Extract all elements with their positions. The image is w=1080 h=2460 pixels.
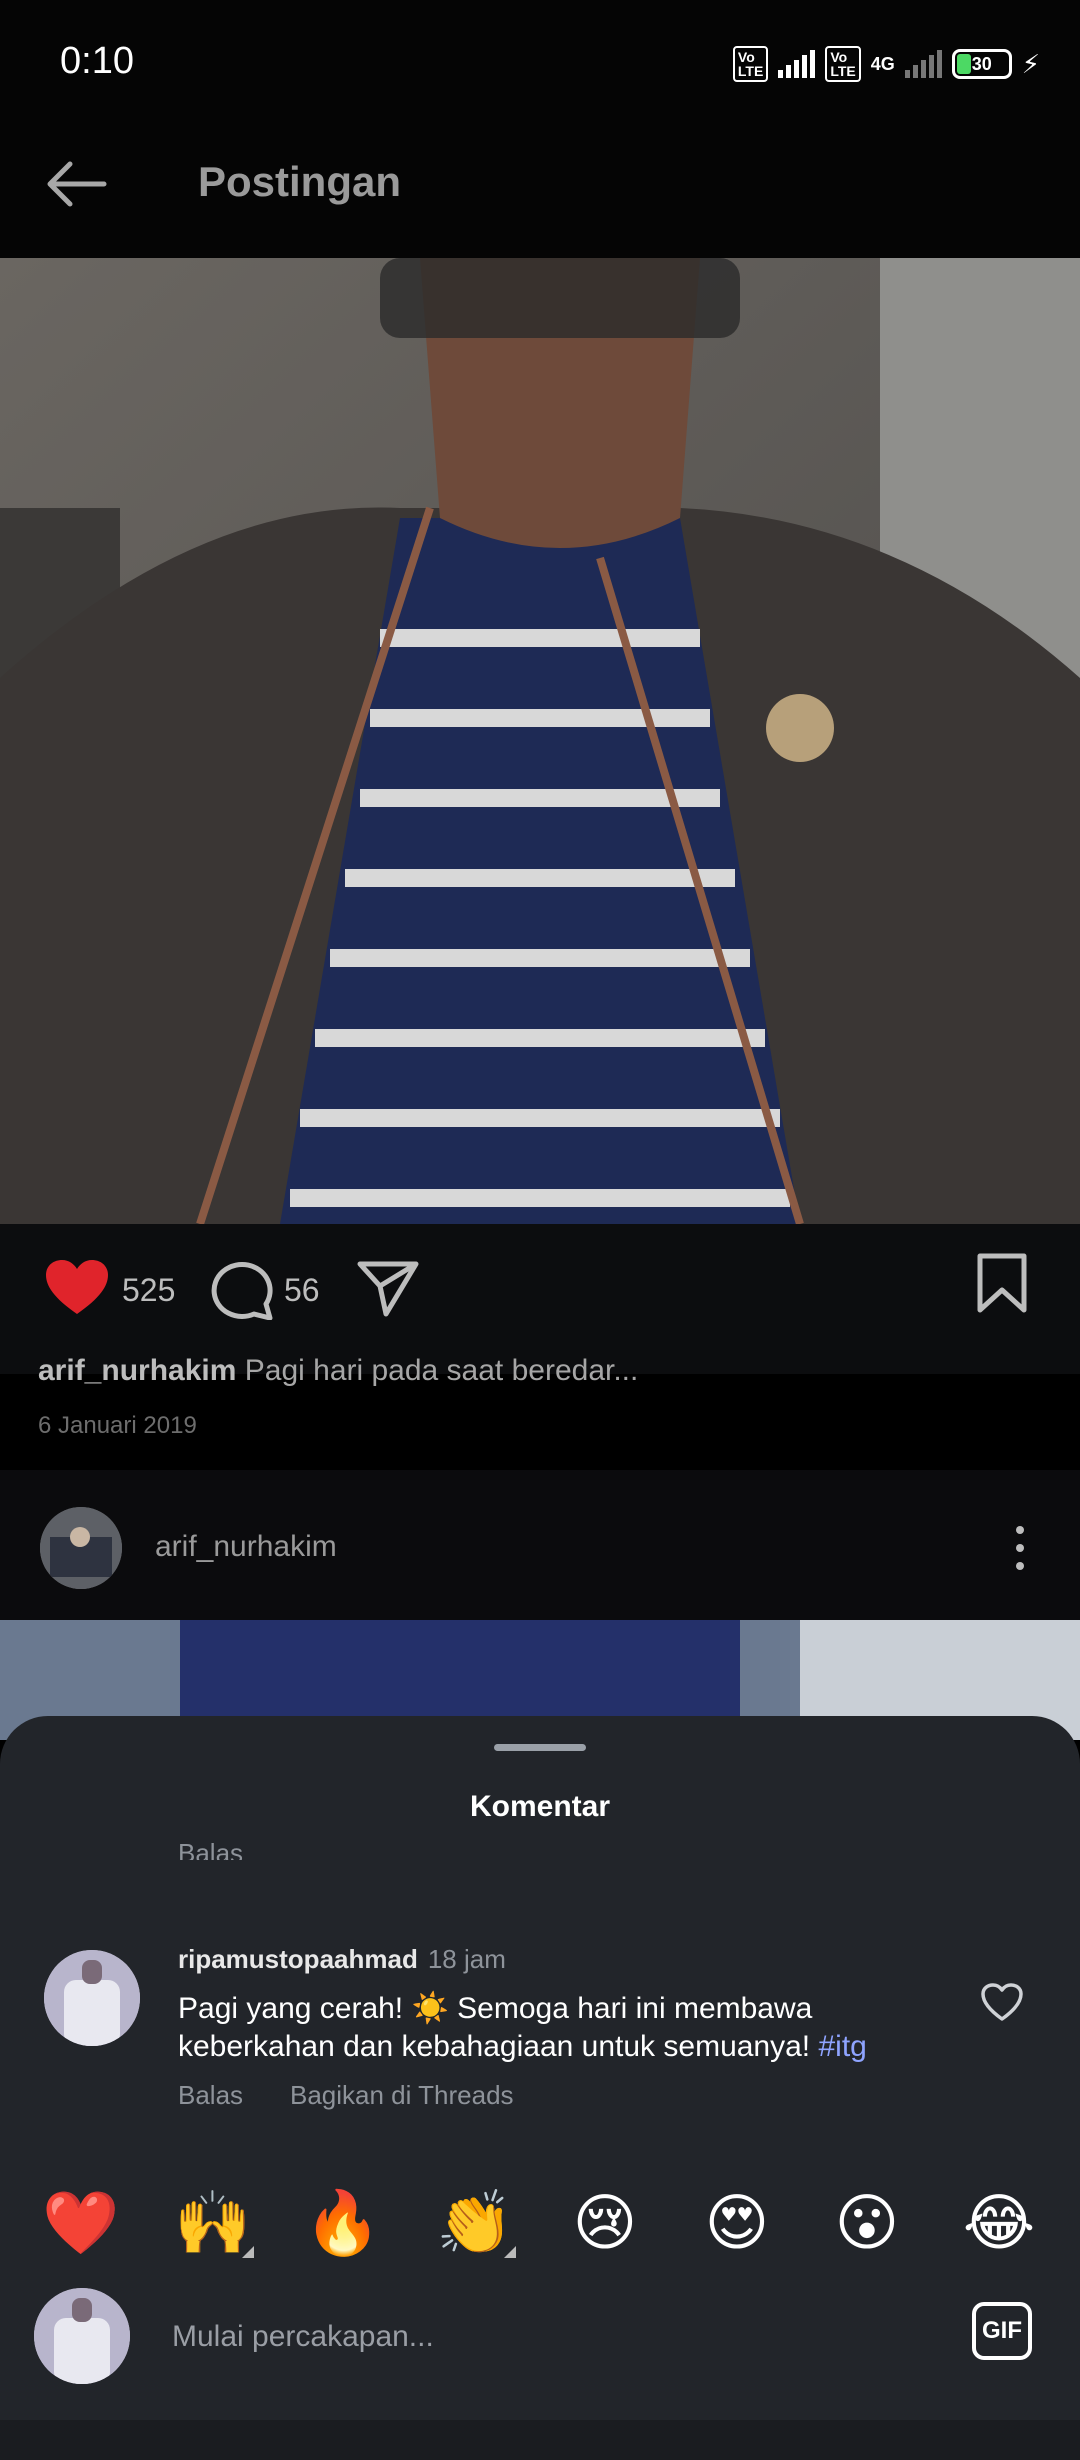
save-button[interactable] bbox=[974, 1252, 1030, 1314]
vertical-dots-icon bbox=[1016, 1526, 1024, 1570]
top-bar bbox=[0, 130, 1080, 258]
speech-bubble-icon bbox=[211, 1261, 273, 1321]
avatar[interactable] bbox=[44, 1950, 140, 2046]
page-title: Postingan bbox=[198, 158, 402, 205]
charging-icon: ⚡ bbox=[1021, 48, 1040, 79]
emoji-clapping[interactable]: 👏 bbox=[430, 2186, 520, 2260]
paper-plane-icon bbox=[357, 1261, 419, 1317]
next-post-username[interactable]: arif_nurhakim bbox=[155, 1530, 337, 1564]
system-nav-bar bbox=[0, 2420, 1080, 2460]
comment-like-button[interactable] bbox=[980, 1982, 1024, 2022]
emoji-surprised[interactable]: 😮 bbox=[822, 2186, 912, 2259]
status-time: 0:10 bbox=[60, 40, 134, 82]
emoji-heart-eyes[interactable]: 😍 bbox=[692, 2186, 782, 2259]
emoji-crying[interactable]: 😢 bbox=[560, 2186, 650, 2259]
back-button[interactable] bbox=[40, 152, 112, 216]
emoji-fire[interactable]: 🔥 bbox=[298, 2186, 388, 2260]
emoji-reaction-row: ❤️ 🙌 🔥 👏 😢 😍 😮 😂 bbox=[0, 2186, 1080, 2276]
reply-link[interactable]: Balas bbox=[178, 1838, 243, 1860]
arrow-left-icon bbox=[47, 161, 107, 207]
status-icons: Vo LTE Vo LTE 4G 30 ⚡ bbox=[732, 46, 1040, 82]
comment-text: Pagi yang cerah! ☀️ Semoga hari ini memb… bbox=[178, 1992, 867, 2063]
volte-icon: Vo LTE bbox=[732, 46, 769, 82]
signal-icon bbox=[778, 50, 816, 78]
comment-button[interactable] bbox=[210, 1258, 274, 1321]
avatar bbox=[34, 2288, 130, 2384]
heart-icon bbox=[46, 1260, 108, 1314]
emoji-raising-hands[interactable]: 🙌 bbox=[168, 2186, 258, 2260]
more-options-button[interactable] bbox=[1000, 1522, 1040, 1574]
bookmark-icon bbox=[977, 1253, 1027, 1313]
network-type: 4G bbox=[870, 53, 895, 74]
sheet-drag-handle[interactable] bbox=[494, 1744, 586, 1751]
gif-button[interactable]: GIF bbox=[972, 2302, 1032, 2360]
comment-time: 18 jam bbox=[427, 1944, 506, 1974]
sheet-title: Komentar bbox=[469, 1790, 611, 1823]
avatar[interactable] bbox=[40, 1507, 122, 1589]
like-button[interactable] bbox=[44, 1258, 110, 1318]
signal-icon bbox=[904, 50, 942, 78]
share-button[interactable] bbox=[356, 1258, 420, 1318]
emoji-laughing[interactable]: 😂 bbox=[954, 2186, 1044, 2259]
caption-text: Pagi hari pada saat beredar... bbox=[244, 1354, 639, 1387]
comment-count[interactable]: 56 bbox=[284, 1272, 320, 1309]
like-count[interactable]: 525 bbox=[122, 1272, 175, 1309]
volte-icon: Vo LTE bbox=[825, 46, 861, 82]
share-to-threads-button[interactable]: Bagikan di Threads bbox=[290, 2080, 514, 2111]
reply-button[interactable]: Balas bbox=[178, 2080, 243, 2111]
comment-username[interactable]: ripamustopaahmad bbox=[178, 1944, 418, 1974]
post-photo[interactable] bbox=[0, 258, 1080, 1224]
heart-icon bbox=[981, 1983, 1023, 2021]
hashtag-link[interactable]: #itg bbox=[818, 2030, 866, 2063]
post-caption[interactable]: arif_nurhakim Pagi hari pada saat bereda… bbox=[38, 1354, 638, 1388]
battery-icon: 30 bbox=[951, 49, 1012, 79]
caption-username[interactable]: arif_nurhakim bbox=[38, 1354, 236, 1387]
comment-header: ripamustopaahmad 18 jam bbox=[178, 1944, 506, 1975]
post-date: 6 Januari 2019 bbox=[38, 1412, 197, 1439]
comment-input[interactable] bbox=[170, 2300, 954, 2374]
emoji-heart[interactable]: ❤️ bbox=[36, 2186, 126, 2260]
